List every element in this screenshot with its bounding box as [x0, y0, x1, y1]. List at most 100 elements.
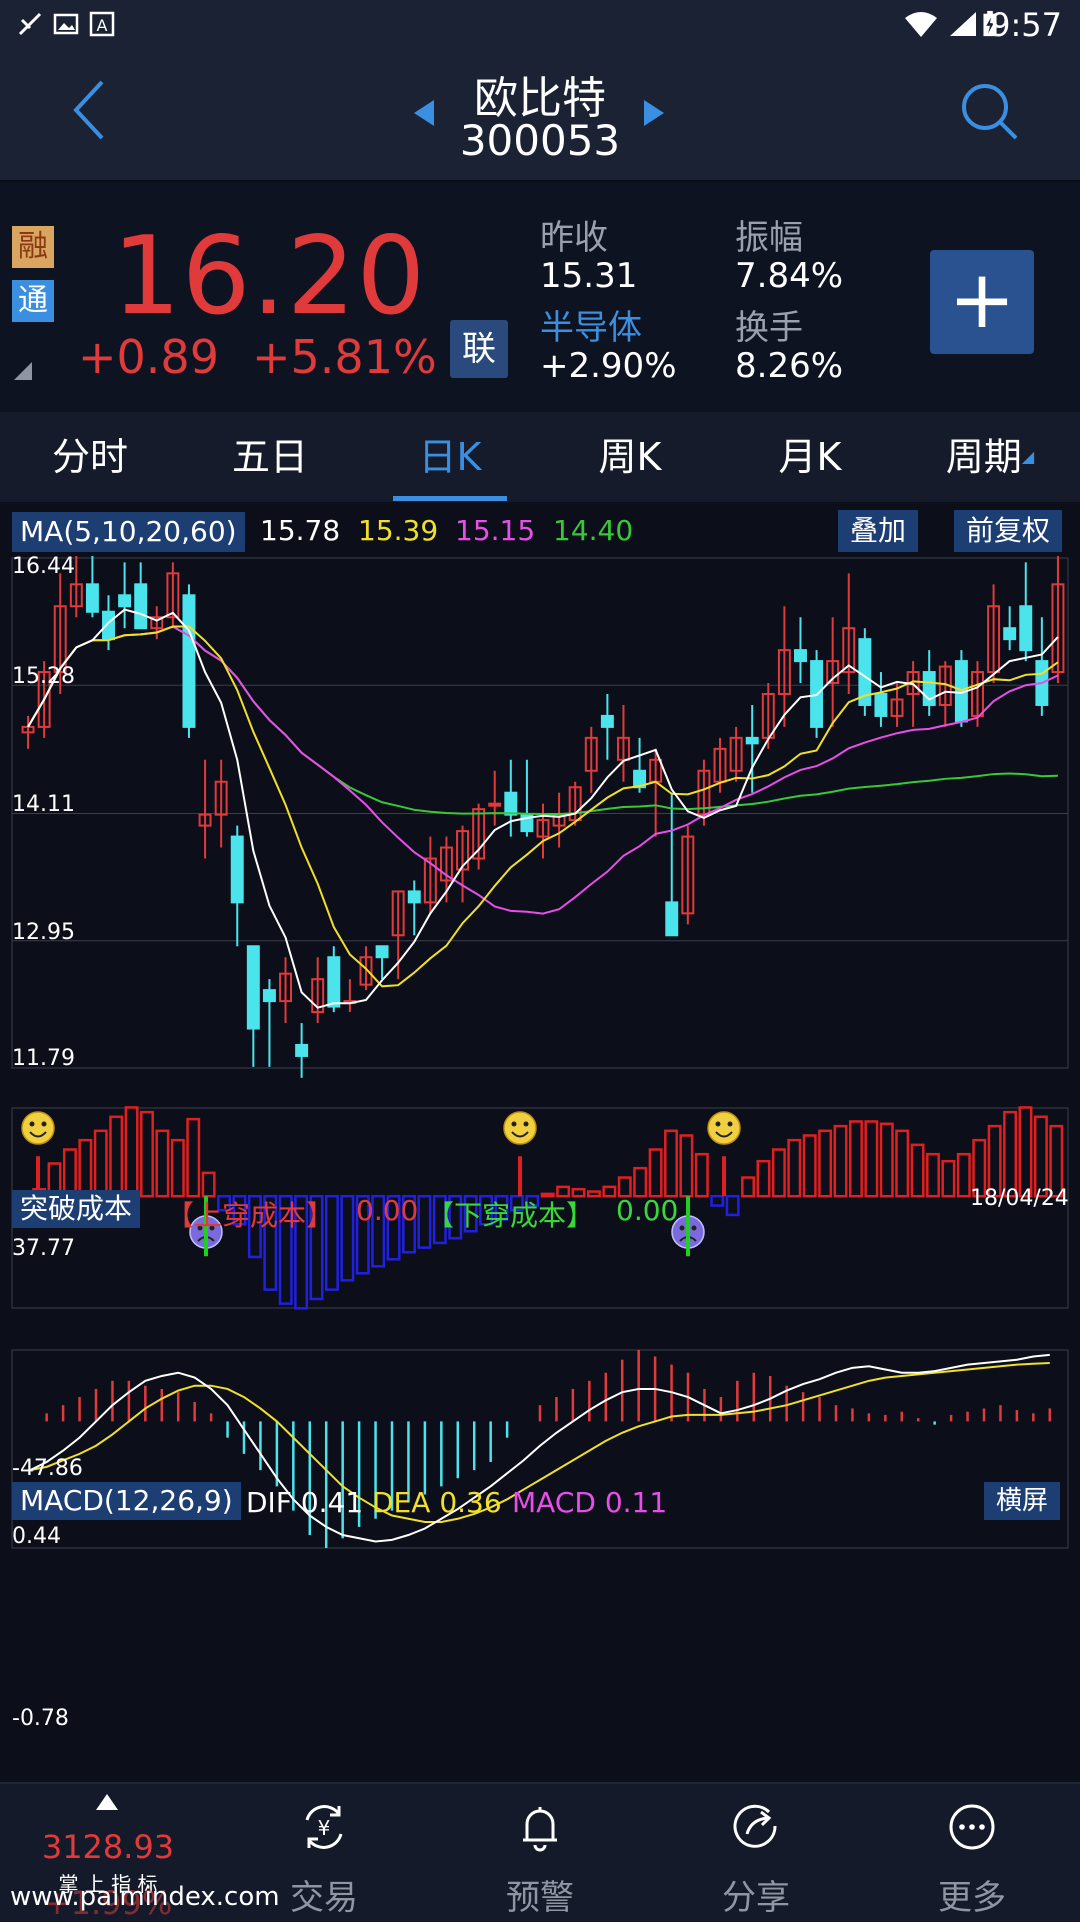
- tab-five-day[interactable]: 五日: [180, 412, 360, 502]
- breakthrough-bar: [140, 1110, 154, 1198]
- buy-smiley-icon-eye: [715, 1121, 721, 1127]
- connect-badge: 通: [12, 280, 54, 322]
- breakthrough-bar: [787, 1138, 802, 1198]
- candle-body: [1003, 627, 1017, 641]
- ma60-value: 14.40: [553, 514, 634, 547]
- margin-badge: 融: [12, 226, 54, 268]
- breakthrough-bar: [155, 1129, 170, 1198]
- breakthrough-bar: [170, 1138, 185, 1198]
- breakthrough-bar: [895, 1129, 910, 1198]
- breakthrough-bar: [848, 1120, 863, 1198]
- buy-smiley-icon-eye: [511, 1121, 517, 1127]
- image-icon: [53, 13, 79, 35]
- dif-label: DIF 0.41: [246, 1486, 363, 1519]
- buy-smiley-icon: [503, 1111, 537, 1145]
- nav-share[interactable]: 分享: [648, 1784, 864, 1922]
- bottom-nav: 3128.93 掌 上 指 标 +1.99% www.palmindex.com…: [0, 1782, 1080, 1922]
- dea-value: 0.36: [439, 1486, 502, 1519]
- sector-change: +2.90%: [540, 346, 677, 386]
- nav-more-label: 更多: [938, 1878, 1006, 1918]
- next-stock-icon[interactable]: [642, 98, 666, 128]
- active-tab-indicator: [393, 496, 507, 501]
- overlay-button[interactable]: 叠加: [838, 510, 919, 552]
- breakthrough-bar: [926, 1152, 940, 1198]
- nav-more[interactable]: 更多: [864, 1784, 1080, 1922]
- nav-alert[interactable]: 预警: [432, 1784, 648, 1922]
- macd-label-text: MACD: [512, 1486, 596, 1519]
- nav-index[interactable]: 3128.93 掌 上 指 标 +1.99% www.palmindex.com: [0, 1784, 280, 1922]
- breakthrough-bar: [694, 1152, 709, 1198]
- dea-label-text: DEA: [372, 1486, 431, 1519]
- stock-code: 300053: [459, 116, 621, 165]
- breakthrough-bar: [78, 1138, 93, 1198]
- breakthrough-bar: [910, 1143, 925, 1198]
- breakthrough-bar: [802, 1134, 817, 1198]
- font-icon: A: [89, 11, 115, 37]
- tab-monthly-k[interactable]: 月K: [720, 412, 900, 502]
- candle-body: [745, 736, 759, 745]
- candle-body: [230, 835, 244, 904]
- svg-text:¥: ¥: [318, 1816, 331, 1840]
- breakthrough-bar: [648, 1148, 663, 1198]
- chart-area[interactable]: MA(5,10,20,60) 15.78 15.39 15.15 14.40 叠…: [0, 502, 1080, 1782]
- price-change-pct: +5.81%: [252, 330, 437, 384]
- macd-y-min: -0.78: [12, 1706, 69, 1731]
- sector-label[interactable]: 半导体: [540, 300, 642, 349]
- landscape-button[interactable]: 横屏: [984, 1482, 1061, 1520]
- candle-body: [118, 594, 132, 608]
- candle-body: [85, 583, 99, 613]
- svg-text:A: A: [97, 16, 108, 35]
- search-icon[interactable]: [958, 80, 1022, 144]
- bt-y-max: 37.77: [12, 1236, 75, 1261]
- y-tick-max: 16.44: [12, 554, 75, 579]
- status-time: 9:57: [990, 6, 1062, 44]
- dropdown-triangle-icon: ◢: [1021, 447, 1035, 466]
- ma-indicator-label[interactable]: MA(5,10,20,60): [12, 512, 245, 552]
- breakthrough-bar: [93, 1129, 108, 1198]
- candle-body: [665, 901, 679, 937]
- linked-button[interactable]: 联: [450, 320, 508, 378]
- breakthrough-bar: [1003, 1110, 1018, 1198]
- buy-smiley-icon: [21, 1111, 55, 1145]
- candle-body: [134, 583, 148, 630]
- up-cross-label: 【上穿成本】: [166, 1199, 335, 1232]
- amplitude-label: 振幅: [735, 218, 803, 258]
- breakthrough-bar: [879, 1122, 894, 1198]
- tab-period[interactable]: 周期◢: [900, 412, 1080, 502]
- breakthrough-bar: [186, 1117, 201, 1198]
- index-value: 3128.93: [41, 1828, 175, 1866]
- tab-intraday[interactable]: 分时: [0, 412, 180, 502]
- buy-smiley-icon-eye: [41, 1121, 47, 1127]
- ma10-value: 15.39: [358, 514, 439, 547]
- candle-body: [488, 802, 502, 807]
- breakthrough-bar: [1018, 1106, 1033, 1198]
- candle-body: [375, 945, 389, 959]
- breakthrough-bar: [124, 1106, 139, 1198]
- add-watchlist-button[interactable]: +: [930, 250, 1034, 354]
- down-cross-label: 【下穿成本】: [426, 1199, 595, 1232]
- yuan-exchange-icon: ¥: [305, 1805, 343, 1849]
- breakthrough-label[interactable]: 突破成本: [12, 1190, 141, 1228]
- y-tick-4: 12.95: [12, 920, 75, 945]
- kline-chart[interactable]: [0, 556, 1080, 1780]
- breakthrough-bar: [664, 1129, 678, 1198]
- breakthrough-bar: [771, 1148, 786, 1198]
- breakthrough-bar: [756, 1159, 771, 1198]
- down-cross-value: 0.00: [616, 1194, 679, 1227]
- breakthrough-bar: [864, 1120, 879, 1198]
- date-label: 18/04/24: [970, 1186, 1069, 1211]
- candle-body: [1019, 605, 1033, 652]
- tab-daily-k[interactable]: 日K: [360, 412, 540, 502]
- nav-trade[interactable]: ¥ 交易: [216, 1784, 432, 1922]
- breakthrough-bar: [679, 1134, 694, 1198]
- turnover-label: 换手: [735, 308, 803, 348]
- corner-triangle-icon: [14, 362, 32, 380]
- prev-close-label: 昨收: [540, 218, 608, 258]
- breakthrough-bar: [109, 1115, 124, 1198]
- candle-body: [295, 1043, 309, 1057]
- dea-label: DEA 0.36: [372, 1486, 502, 1519]
- tab-weekly-k[interactable]: 周K: [540, 412, 720, 502]
- breakthrough-bar: [201, 1171, 216, 1198]
- macd-indicator-label[interactable]: MACD(12,26,9): [12, 1482, 241, 1520]
- adjust-button[interactable]: 前复权: [954, 510, 1063, 552]
